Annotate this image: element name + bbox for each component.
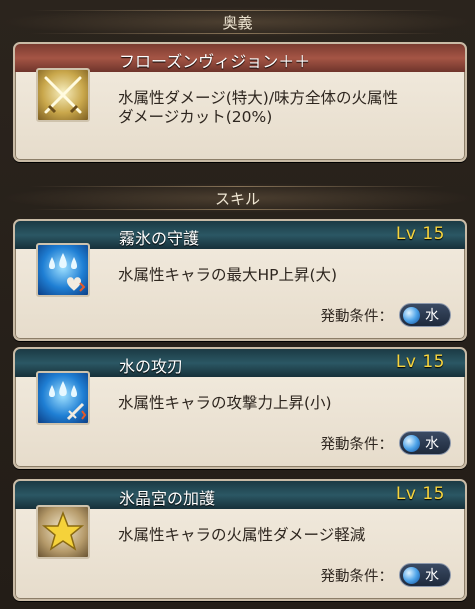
skill-level: Lv 15 xyxy=(395,484,445,504)
water-orb-icon xyxy=(403,434,420,452)
skills-header-label: スキル xyxy=(214,189,260,208)
ougi-description-line2: ダメージカット(20%) xyxy=(118,108,273,126)
water-element-badge: 水 xyxy=(399,303,451,327)
water-element-badge: 水 xyxy=(399,563,451,587)
activation-condition: 発動条件： 水 xyxy=(320,303,451,327)
ougi-description: 水属性ダメージ(特大)/味方全体の火属性 ダメージカット(20%) xyxy=(118,89,448,127)
element-label: 水 xyxy=(425,568,439,584)
skill-level: Lv 15 xyxy=(395,352,445,372)
skill-card-1[interactable]: 霧氷の守護 Lv 15 水属性キャラの最大HP上昇(大) 発動条件： 水 xyxy=(13,219,467,341)
ougi-card[interactable]: フローズンヴィジョン＋＋ 水属性ダメージ(特大)/味方全体の火属性 ダメージカッ… xyxy=(13,42,467,162)
skill-card-2[interactable]: 水の攻刃 Lv 15 水属性キャラの攻撃力上昇(小) 発動条件： 水 xyxy=(13,347,467,469)
ougi-description-line1: 水属性ダメージ(特大)/味方全体の火属性 xyxy=(118,89,399,107)
condition-label: 発動条件： xyxy=(320,568,394,585)
element-label: 水 xyxy=(425,308,439,324)
element-label: 水 xyxy=(425,436,439,452)
skill-description: 水属性キャラの最大HP上昇(大) xyxy=(118,266,338,284)
skill-name: 霧氷の守護 xyxy=(119,229,200,248)
water-orb-icon xyxy=(403,566,420,584)
ougi-name: フローズンヴィジョン＋＋ xyxy=(119,52,311,71)
ougi-section-header: 奥義 xyxy=(0,7,475,37)
skill-card-3[interactable]: 氷晶宮の加護 Lv 15 水属性キャラの火属性ダメージ軽減 発動条件： 水 xyxy=(13,479,467,601)
gold-star-icon xyxy=(36,505,90,559)
activation-condition: 発動条件： 水 xyxy=(320,431,451,455)
condition-label: 発動条件： xyxy=(320,308,394,325)
skill-name: 水の攻刃 xyxy=(119,357,184,376)
water-element-badge: 水 xyxy=(399,431,451,455)
water-drops-heart-icon xyxy=(36,243,90,297)
skills-section-header: スキル xyxy=(0,183,475,213)
water-orb-icon xyxy=(403,306,420,324)
condition-label: 発動条件： xyxy=(320,436,394,453)
water-drops-sword-icon xyxy=(36,371,90,425)
activation-condition: 発動条件： 水 xyxy=(320,563,451,587)
ougi-header-label: 奥義 xyxy=(222,13,253,32)
skill-name: 氷晶宮の加護 xyxy=(119,489,216,508)
skill-level: Lv 15 xyxy=(395,224,445,244)
skill-description: 水属性キャラの火属性ダメージ軽減 xyxy=(118,526,366,544)
skill-description: 水属性キャラの攻撃力上昇(小) xyxy=(118,394,332,412)
crossed-swords-icon xyxy=(36,68,90,122)
